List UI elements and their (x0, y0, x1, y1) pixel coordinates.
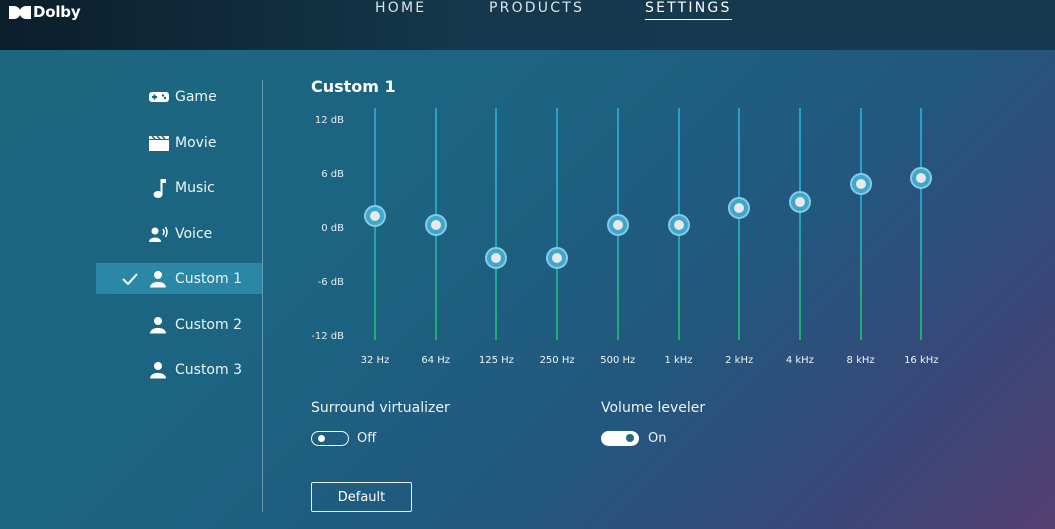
equalizer-title: Custom 1 (311, 77, 396, 96)
slider-track[interactable] (798, 108, 801, 340)
leveler-state-text: On (648, 431, 667, 446)
clapperboard-icon (149, 134, 169, 151)
gamepad-icon (149, 91, 169, 103)
slider-knob[interactable] (728, 197, 751, 220)
frequency-label: 8 kHz (846, 355, 875, 366)
db-label-minus-6: -6 dB (317, 277, 344, 288)
db-label-minus-12: -12 dB (311, 331, 344, 342)
sidebar-item-game[interactable]: Game (96, 81, 262, 112)
slider-knob[interactable] (910, 166, 933, 189)
slider-knob[interactable] (849, 173, 872, 195)
sidebar-item-custom-1[interactable]: Custom 1 (96, 263, 262, 294)
person-icon (149, 316, 167, 333)
dolby-logo-icon (9, 5, 31, 19)
slider-knob[interactable] (667, 213, 690, 236)
frequency-label: 4 kHz (785, 355, 814, 366)
sidebar-item-custom-3[interactable]: Custom 3 (96, 354, 262, 385)
slider-knob[interactable] (546, 246, 569, 269)
frequency-label: 32 Hz (360, 355, 390, 366)
slider-track[interactable] (859, 108, 862, 340)
dolby-logo[interactable]: Dolby (9, 3, 81, 21)
db-label-0: 0 dB (321, 223, 344, 234)
volume-leveler-toggle[interactable] (601, 431, 639, 446)
slider-knob[interactable] (606, 213, 629, 236)
sidebar-item-label: Custom 3 (175, 361, 242, 378)
top-bar: Dolby HOME PRODUCTS SETTINGS (0, 0, 1055, 50)
person-icon (149, 361, 167, 378)
frequency-label: 500 Hz (600, 355, 636, 366)
sidebar-item-label: Voice (175, 225, 213, 242)
slider-track[interactable] (738, 108, 741, 340)
sidebar-item-label: Game (175, 88, 217, 105)
frequency-label: 125 Hz (478, 355, 514, 366)
slider-track[interactable] (556, 108, 559, 340)
slider-knob[interactable] (364, 204, 386, 227)
sidebar-item-movie[interactable]: Movie (96, 127, 262, 158)
slider-knob[interactable] (424, 213, 447, 236)
nav-products[interactable]: PRODUCTS (489, 0, 584, 16)
toggle-knob (626, 434, 634, 442)
surround-virtualizer-label: Surround virtualizer (311, 400, 450, 416)
db-label-12: 12 dB (314, 115, 344, 126)
equalizer-sliders (345, 108, 965, 348)
voice-icon (149, 226, 169, 242)
nav-settings[interactable]: SETTINGS (645, 0, 732, 20)
brand-name: Dolby (33, 3, 81, 21)
frequency-label: 2 kHz (725, 355, 754, 366)
frequency-label: 64 Hz (421, 355, 451, 366)
nav-home[interactable]: HOME (375, 0, 426, 16)
default-button[interactable]: Default (311, 482, 412, 512)
slider-knob[interactable] (788, 191, 811, 213)
slider-track[interactable] (920, 108, 923, 340)
sidebar-item-voice[interactable]: Voice (96, 218, 262, 249)
frequency-label: 1 kHz (664, 355, 693, 366)
surround-virtualizer-toggle[interactable] (311, 431, 349, 446)
volume-leveler-label: Volume leveler (601, 400, 706, 416)
checkmark-icon (122, 272, 138, 285)
person-icon (149, 270, 167, 287)
music-note-icon (149, 177, 169, 199)
surround-state-text: Off (357, 431, 377, 446)
sidebar-item-label: Music (175, 179, 215, 196)
toggle-knob (318, 434, 325, 442)
frequency-label: 16 kHz (904, 355, 939, 366)
sidebar-item-label: Movie (175, 134, 217, 151)
slider-knob[interactable] (485, 246, 508, 269)
sidebar-item-custom-2[interactable]: Custom 2 (96, 309, 262, 340)
db-label-6: 6 dB (321, 169, 344, 180)
sidebar-item-music[interactable]: Music (96, 172, 262, 203)
frequency-label: 250 Hz (539, 355, 575, 366)
sidebar-item-label: Custom 2 (175, 316, 242, 333)
sidebar-item-label: Custom 1 (175, 270, 242, 287)
slider-track[interactable] (495, 108, 498, 340)
sidebar-divider (262, 80, 263, 512)
